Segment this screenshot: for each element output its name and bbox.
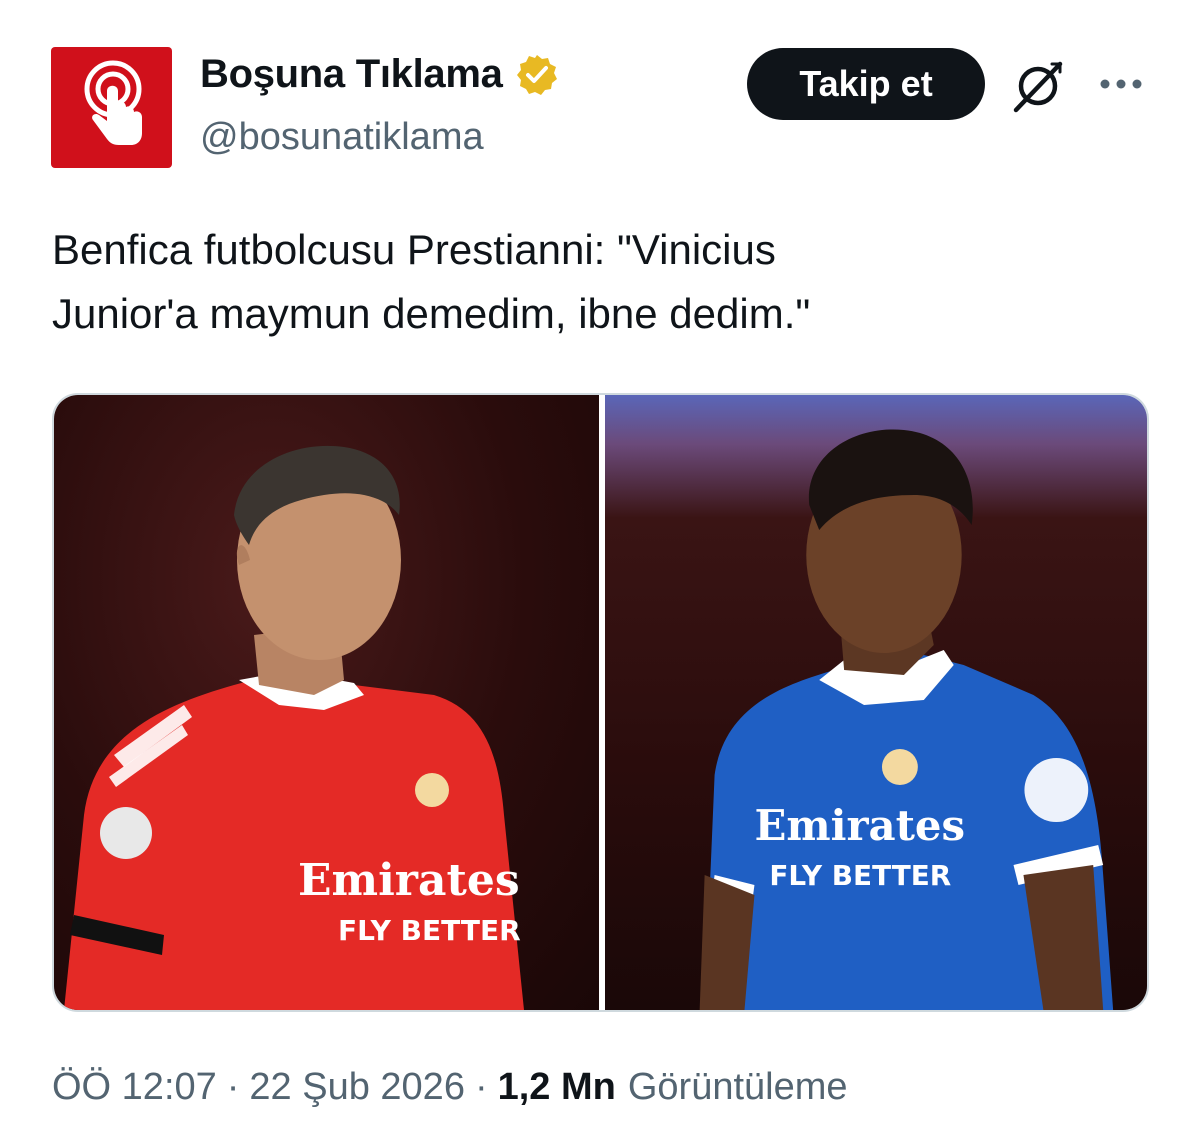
views-count[interactable]: 1,2 Mn xyxy=(498,1066,616,1109)
author-handle[interactable]: @bosunatiklama xyxy=(200,116,484,159)
left-jersey-sponsor-line1: Emirates xyxy=(298,855,520,906)
author-avatar[interactable] xyxy=(51,47,172,168)
tweet-time[interactable]: ÖÖ 12:07 xyxy=(52,1066,217,1109)
media-grid: Emirates FLY BETTER Emirates FLY BETTER xyxy=(52,393,1149,1012)
more-icon[interactable] xyxy=(1098,74,1144,94)
tweet-card: Boşuna Tıklama @bosunatiklama Takip et B… xyxy=(0,0,1200,1147)
right-jersey-sponsor-line1: Emirates xyxy=(754,801,965,850)
grok-icon[interactable] xyxy=(1008,56,1068,116)
player-blue-kit-illustration: Emirates FLY BETTER xyxy=(699,429,1114,1010)
meta-separator: · xyxy=(226,1066,240,1108)
follow-button[interactable]: Takip et xyxy=(747,48,985,120)
photo-player-blue-kit[interactable]: Emirates FLY BETTER xyxy=(605,395,1147,1010)
photo-player-red-kit[interactable]: Emirates FLY BETTER xyxy=(54,395,599,1010)
tweet-text: Benfica futbolcusu Prestianni: "Vinicius… xyxy=(52,226,811,337)
left-jersey-sponsor-line2: FLY BETTER xyxy=(338,914,521,947)
right-jersey-sponsor-line2: FLY BETTER xyxy=(769,859,951,892)
tweet-date[interactable]: 22 Şub 2026 xyxy=(249,1066,465,1109)
views-label[interactable]: Görüntüleme xyxy=(628,1066,848,1109)
author-display-name[interactable]: Boşuna Tıklama xyxy=(200,52,503,97)
meta-separator: · xyxy=(474,1066,488,1108)
author-name-row[interactable]: Boşuna Tıklama xyxy=(200,52,559,97)
verified-badge-icon xyxy=(516,54,557,95)
tweet-meta: ÖÖ 12:07 · 22 Şub 2026 · 1,2 Mn Görüntül… xyxy=(52,1066,848,1109)
tap-hand-icon xyxy=(84,60,142,145)
player-red-kit-illustration: Emirates FLY BETTER xyxy=(64,445,524,1010)
